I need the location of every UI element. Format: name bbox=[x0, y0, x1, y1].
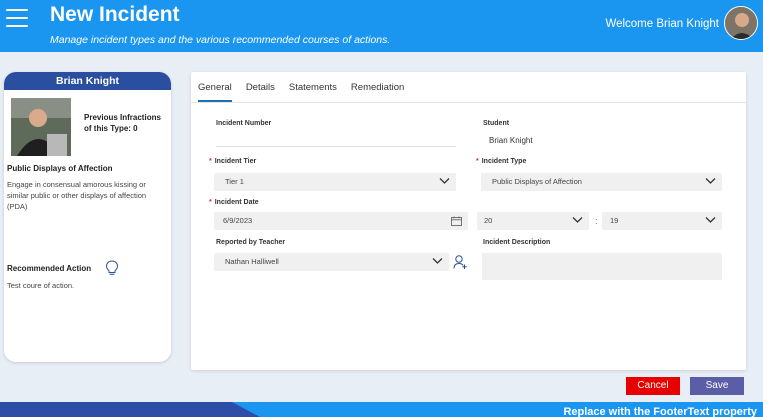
incident-tier-value: Tier 1 bbox=[225, 177, 244, 186]
footer-accent bbox=[0, 402, 260, 417]
reported-by-label: Reported by Teacher bbox=[216, 239, 286, 246]
tab-general[interactable]: General bbox=[198, 82, 232, 102]
student-name: Brian Knight bbox=[4, 72, 171, 90]
incident-date-value: 6/9/2023 bbox=[223, 216, 253, 225]
reported-by-dropdown[interactable]: Nathan Halliwell bbox=[214, 253, 449, 271]
footer: Replace with the FooterText property bbox=[0, 402, 763, 417]
chevron-down-icon bbox=[572, 217, 583, 223]
incident-type-label: * Incident Type bbox=[476, 158, 527, 165]
add-person-icon[interactable] bbox=[453, 254, 468, 270]
save-button[interactable]: Save bbox=[690, 377, 744, 395]
incident-date-picker[interactable]: 6/9/2023 bbox=[214, 212, 468, 230]
previous-infractions: Previous Infractions of this Type: 0 bbox=[84, 113, 161, 133]
chevron-down-icon bbox=[439, 178, 450, 184]
student-label: Student bbox=[483, 120, 510, 127]
tab-remediation[interactable]: Remediation bbox=[351, 82, 404, 102]
recommended-action-label: Recommended Action bbox=[7, 264, 92, 273]
chevron-down-icon bbox=[705, 217, 716, 223]
minute-dropdown[interactable]: 19 bbox=[602, 212, 722, 230]
recommended-action-text: Test coure of action. bbox=[7, 281, 75, 290]
chevron-down-icon bbox=[432, 258, 443, 264]
student-value: Brian Knight bbox=[489, 136, 533, 145]
avatar[interactable] bbox=[724, 6, 758, 40]
calendar-icon bbox=[451, 216, 462, 226]
reported-by-value: Nathan Halliwell bbox=[225, 257, 279, 266]
description-label: Incident Description bbox=[483, 239, 551, 246]
incident-date-label: * Incident Date bbox=[209, 199, 259, 206]
time-separator: : bbox=[595, 216, 598, 226]
chevron-down-icon bbox=[705, 178, 716, 184]
minute-value: 19 bbox=[610, 216, 619, 225]
page-subtitle: Manage incident types and the various re… bbox=[50, 34, 391, 46]
tab-statements[interactable]: Statements bbox=[289, 82, 337, 102]
page-title: New Incident bbox=[50, 3, 180, 26]
menu-icon[interactable] bbox=[6, 9, 28, 27]
incident-type-value: Public Displays of Affection bbox=[492, 177, 582, 186]
infraction-description: Engage in consensual amorous kissing or … bbox=[7, 180, 147, 211]
tab-divider bbox=[191, 102, 746, 103]
lightbulb-icon[interactable] bbox=[105, 260, 119, 276]
description-field[interactable] bbox=[482, 253, 722, 280]
tab-details[interactable]: Details bbox=[246, 82, 275, 102]
tab-bar: General Details Statements Remediation bbox=[198, 82, 418, 102]
incident-tier-dropdown[interactable]: Tier 1 bbox=[214, 173, 456, 191]
hour-dropdown[interactable]: 20 bbox=[477, 212, 589, 230]
incident-number-field[interactable] bbox=[216, 146, 456, 147]
incident-number-label: Incident Number bbox=[216, 120, 272, 127]
student-card: Brian Knight Previous Infractions of thi… bbox=[4, 72, 171, 362]
incident-form: General Details Statements Remediation I… bbox=[191, 72, 746, 370]
incident-type-dropdown[interactable]: Public Displays of Affection bbox=[481, 173, 722, 191]
infraction-type: Public Displays of Affection bbox=[7, 164, 113, 173]
incident-tier-label: * Incident Tier bbox=[209, 158, 257, 165]
app-header: New Incident Manage incident types and t… bbox=[0, 0, 763, 52]
footer-text: Replace with the FooterText property bbox=[563, 406, 757, 417]
welcome-text: Welcome Brian Knight bbox=[605, 18, 719, 30]
hour-value: 20 bbox=[484, 216, 493, 225]
student-photo bbox=[11, 98, 71, 156]
cancel-button[interactable]: Cancel bbox=[626, 377, 680, 395]
